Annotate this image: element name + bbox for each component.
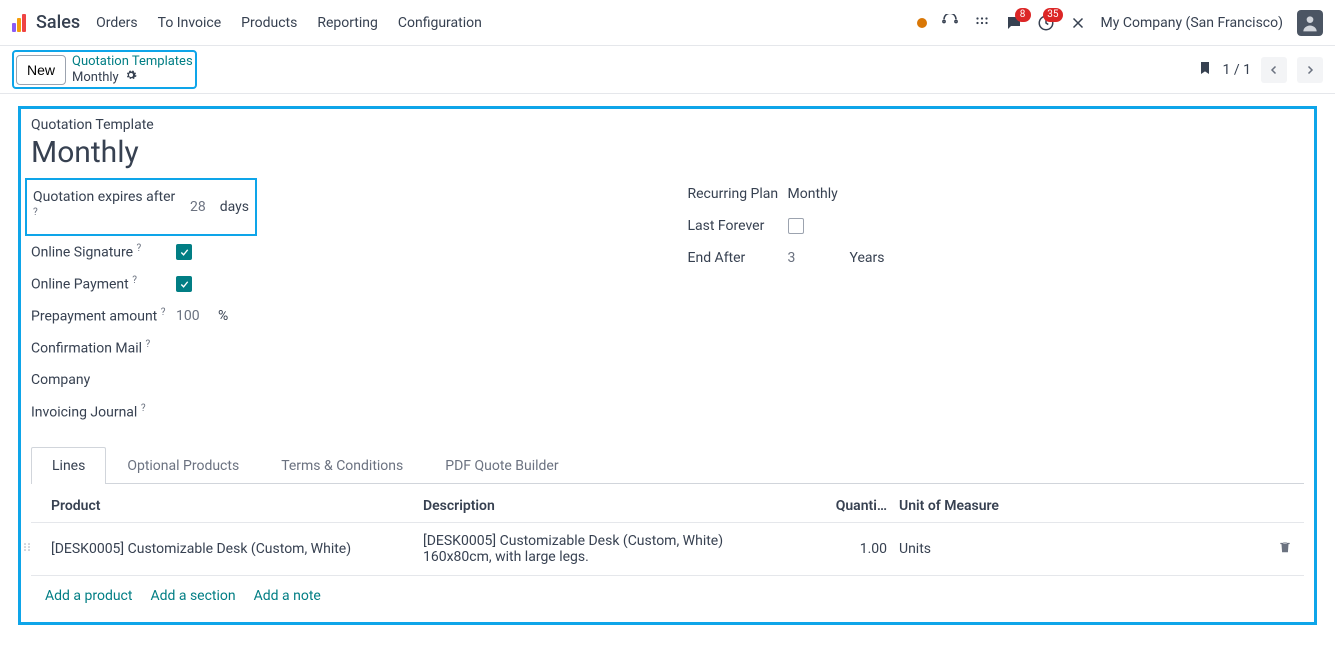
- user-avatar[interactable]: [1297, 10, 1323, 36]
- expires-after-input[interactable]: 28: [178, 199, 206, 215]
- new-button[interactable]: New: [16, 55, 66, 85]
- end-after-unit[interactable]: Years: [850, 250, 885, 266]
- chat-icon[interactable]: 8: [1005, 14, 1023, 32]
- last-forever-label: Last Forever: [688, 217, 788, 235]
- company-label: Company: [31, 371, 176, 389]
- pager-next-button[interactable]: [1297, 57, 1323, 83]
- online-payment-checkbox[interactable]: [176, 276, 192, 292]
- left-column: Quotation expires after ? 28 days Online…: [31, 178, 648, 428]
- cell-uom[interactable]: Units: [893, 541, 1093, 557]
- add-section-link[interactable]: Add a section: [150, 588, 235, 604]
- online-payment-label: Online Payment ?: [31, 274, 176, 294]
- end-after-input[interactable]: 3: [788, 250, 816, 266]
- table-row[interactable]: [DESK0005] Customizable Desk (Custom, Wh…: [31, 522, 1304, 575]
- cell-quantity[interactable]: 1.00: [833, 541, 893, 557]
- recurring-plan-value[interactable]: Monthly: [788, 186, 838, 202]
- tab-bar: Lines Optional Products Terms & Conditio…: [31, 446, 1304, 484]
- expires-after-label: Quotation expires after ?: [33, 188, 178, 226]
- end-after-label: End After: [688, 249, 788, 267]
- breadcrumb-current: Monthly: [72, 70, 119, 85]
- activity-badge: 35: [1043, 8, 1062, 22]
- nav-reporting[interactable]: Reporting: [317, 15, 378, 31]
- add-note-link[interactable]: Add a note: [254, 588, 321, 604]
- add-row-bar: Add a product Add a section Add a note: [31, 575, 1304, 606]
- confirmation-mail-label: Confirmation Mail ?: [31, 338, 176, 358]
- pager-area: 1 / 1: [1197, 57, 1323, 83]
- bookmark-icon[interactable]: [1197, 59, 1213, 81]
- nav-to-invoice[interactable]: To Invoice: [158, 15, 222, 31]
- activity-icon[interactable]: 35: [1037, 14, 1055, 32]
- expires-after-unit: days: [220, 199, 249, 215]
- prepayment-label: Prepayment amount ?: [31, 306, 176, 326]
- tab-terms-conditions[interactable]: Terms & Conditions: [260, 447, 424, 484]
- call-icon[interactable]: [941, 14, 959, 32]
- cell-description[interactable]: [DESK0005] Customizable Desk (Custom, Wh…: [423, 533, 833, 565]
- top-right-tray: 8 35 My Company (San Francisco): [917, 10, 1323, 36]
- nav-orders[interactable]: Orders: [96, 15, 138, 31]
- add-product-link[interactable]: Add a product: [45, 588, 132, 604]
- col-header-description[interactable]: Description: [423, 498, 833, 514]
- last-forever-checkbox[interactable]: [788, 218, 804, 234]
- pager-text: 1 / 1: [1223, 62, 1251, 78]
- status-dot-icon: [917, 18, 927, 28]
- tab-pdf-quote-builder[interactable]: PDF Quote Builder: [424, 447, 579, 484]
- highlighted-form-frame: Quotation Template Monthly Quotation exp…: [18, 106, 1317, 625]
- control-bar: New Quotation Templates Monthly 1 / 1: [0, 46, 1335, 94]
- online-signature-checkbox[interactable]: [176, 244, 192, 260]
- prepayment-input[interactable]: 100: [176, 308, 204, 324]
- top-bar: Sales Orders To Invoice Products Reporti…: [0, 0, 1335, 46]
- chat-badge: 8: [1015, 8, 1031, 22]
- right-column: Recurring Plan Monthly Last Forever End …: [688, 178, 1305, 428]
- cell-product[interactable]: [DESK0005] Customizable Desk (Custom, Wh…: [37, 541, 423, 557]
- highlighted-breadcrumb-box: New Quotation Templates Monthly: [12, 50, 197, 89]
- grid-icon[interactable]: [973, 14, 991, 32]
- drag-handle-icon[interactable]: [21, 539, 33, 559]
- col-header-quantity[interactable]: Quanti…: [833, 498, 893, 514]
- main-area: Quotation Template Monthly Quotation exp…: [0, 94, 1335, 649]
- app-logo-icon: [12, 14, 30, 32]
- tab-lines[interactable]: Lines: [31, 447, 106, 484]
- invoicing-journal-label: Invoicing Journal ?: [31, 402, 176, 422]
- tools-icon[interactable]: [1069, 14, 1087, 32]
- lines-table: Product Description Quanti… Unit of Meas…: [31, 490, 1304, 606]
- delete-row-icon[interactable]: [1278, 542, 1292, 558]
- company-switcher[interactable]: My Company (San Francisco): [1101, 15, 1283, 31]
- main-nav: Orders To Invoice Products Reporting Con…: [96, 15, 482, 31]
- prepayment-unit: %: [218, 308, 228, 324]
- online-signature-label: Online Signature ?: [31, 242, 176, 262]
- col-header-uom[interactable]: Unit of Measure: [893, 498, 1093, 514]
- breadcrumb-parent[interactable]: Quotation Templates: [72, 54, 193, 69]
- highlighted-expires-box: Quotation expires after ? 28 days: [25, 178, 257, 236]
- nav-products[interactable]: Products: [241, 15, 297, 31]
- form-subtitle: Quotation Template: [31, 117, 1304, 133]
- table-header-row: Product Description Quanti… Unit of Meas…: [31, 490, 1304, 522]
- nav-configuration[interactable]: Configuration: [398, 15, 482, 31]
- recurring-plan-label: Recurring Plan: [688, 185, 788, 203]
- form-title[interactable]: Monthly: [31, 135, 1304, 170]
- app-brand[interactable]: Sales: [36, 12, 80, 33]
- tab-optional-products[interactable]: Optional Products: [106, 447, 260, 484]
- gear-icon[interactable]: [125, 69, 137, 85]
- pager-prev-button[interactable]: [1261, 57, 1287, 83]
- col-header-product[interactable]: Product: [37, 498, 423, 514]
